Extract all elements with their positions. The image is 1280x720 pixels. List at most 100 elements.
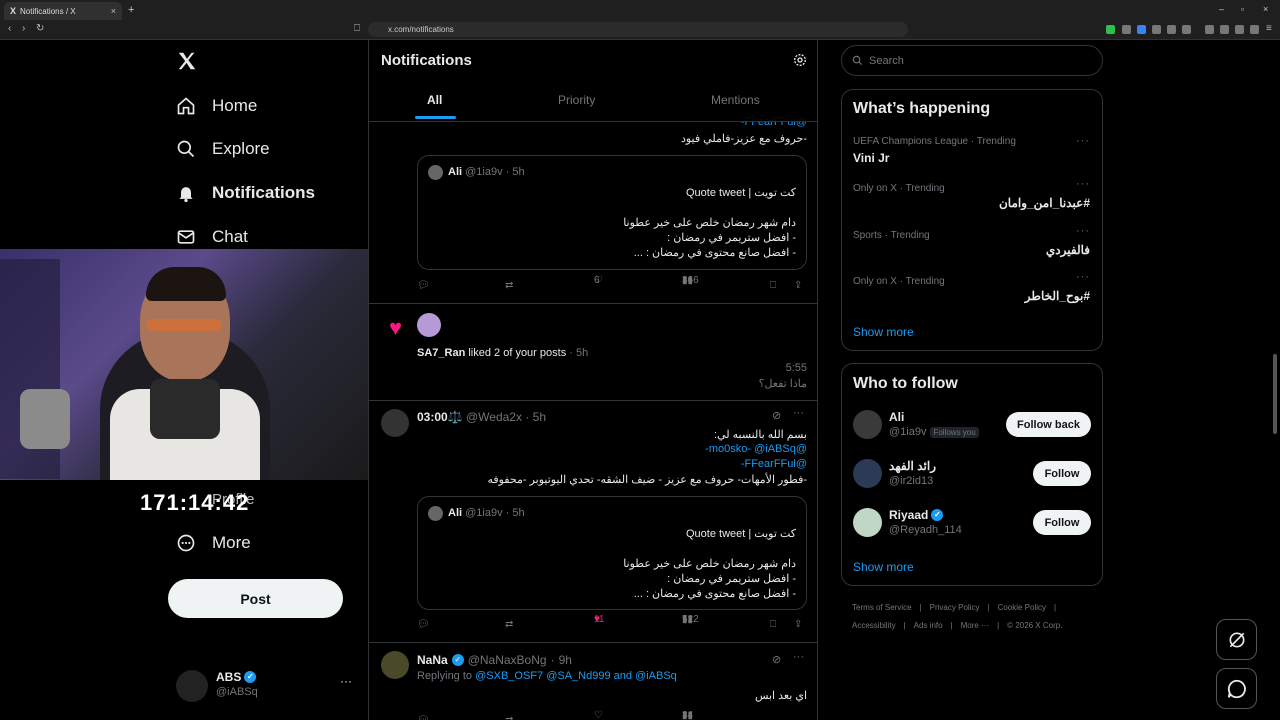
- back-icon[interactable]: ‹: [8, 23, 11, 34]
- follow-suggestion[interactable]: Riyaad ✓ @Reyadh_114 Follow: [842, 506, 1102, 542]
- more-options-icon[interactable]: ···: [1076, 271, 1090, 283]
- show-more-link[interactable]: Show more: [853, 325, 914, 339]
- new-tab-icon[interactable]: +: [128, 4, 134, 16]
- search-placeholder: Search: [869, 54, 904, 67]
- extension-icon[interactable]: [1106, 25, 1115, 34]
- more-options-icon[interactable]: ···: [340, 674, 352, 688]
- sidebar-icon[interactable]: [1205, 25, 1214, 34]
- footer-link[interactable]: Terms of Service: [852, 603, 912, 612]
- reply-icon[interactable]: 💬︎: [417, 280, 430, 291]
- avatar[interactable]: [417, 313, 441, 337]
- settings-gear-icon[interactable]: [792, 52, 808, 73]
- post-author-name[interactable]: 03:00⚖️: [417, 410, 463, 424]
- grok-button[interactable]: [1216, 619, 1257, 660]
- trend-meta: UEFA Champions League · Trending: [853, 136, 1016, 147]
- like-notification[interactable]: ♥ SA7_Ran liked 2 of your posts · 5h 5:5…: [369, 304, 817, 400]
- extension-icon[interactable]: [1167, 25, 1176, 34]
- notification-post[interactable]: 03:00⚖️ @Weda2x · 5h ⊘ ··· بسم الله بالن…: [369, 401, 817, 641]
- more-options-icon[interactable]: ···: [1076, 178, 1090, 190]
- address-bar[interactable]: x.com/notifications: [368, 22, 908, 37]
- extension-icon[interactable]: [1122, 25, 1131, 34]
- bookmark-icon[interactable]: ⎕: [770, 619, 776, 630]
- post-mentions[interactable]: @FFearFFul-: [741, 458, 807, 470]
- footer-link[interactable]: Ads info: [914, 621, 943, 630]
- sidebar-item-notifications[interactable]: Notifications: [176, 183, 315, 203]
- extension-icon[interactable]: [1152, 25, 1161, 34]
- quote-author-name: Ali: [448, 166, 463, 178]
- heart-icon: ♡: [594, 709, 603, 720]
- tab-priority[interactable]: Priority: [558, 93, 595, 107]
- maximize-icon[interactable]: ▫: [1241, 4, 1244, 14]
- quote-author-name: Ali: [448, 507, 463, 519]
- trend-item[interactable]: Sports · Trending فالفيردي ···: [842, 225, 1102, 267]
- share-icon[interactable]: ⇪: [794, 619, 802, 630]
- quoted-post[interactable]: Ali @1ia9v · 5h كت تويت | Quote tweet دا…: [417, 155, 807, 270]
- post-author-name[interactable]: NaNa: [417, 653, 448, 667]
- share-icon[interactable]: ⇪: [794, 280, 802, 291]
- trend-item[interactable]: Only on X · Trending #عبدنا_امن_وامان ··…: [842, 178, 1102, 220]
- sidebar-item-explore[interactable]: Explore: [176, 139, 270, 159]
- post-actions: 💬︎ ⇄ ♥ 11 ▮▮ 522 ⎕ ⇪: [417, 614, 807, 635]
- more-options-icon[interactable]: ···: [793, 651, 804, 663]
- more-options-icon[interactable]: ···: [1076, 135, 1090, 147]
- follow-button[interactable]: Follow: [1033, 510, 1091, 535]
- repost-icon[interactable]: ⇄: [505, 619, 513, 630]
- grok-icon[interactable]: ⊘: [772, 409, 781, 422]
- notification-post[interactable]: NaNa ✓ @NaNaxBoNg · 9h ⊘ ··· Replying to…: [369, 643, 817, 720]
- grok-icon[interactable]: ⊘: [772, 653, 781, 666]
- follow-suggestion[interactable]: Ali @1ia9v Follows you Follow back: [842, 408, 1102, 444]
- footer-link[interactable]: Accessibility: [852, 621, 896, 630]
- browser-tab[interactable]: X Notifications / X ×: [4, 2, 122, 20]
- follow-button[interactable]: Follow: [1033, 461, 1091, 486]
- shield-icon[interactable]: [1250, 25, 1259, 34]
- repost-icon[interactable]: ⇄: [505, 280, 513, 291]
- follow-back-button[interactable]: Follow back: [1006, 412, 1091, 437]
- notification-post[interactable]: @FFearFFul- -حروف مع عزيز-فاملي فيود Ali…: [369, 116, 817, 304]
- replying-to-users[interactable]: @SXB_OSF7 @SA_Nd999 and @iABSq: [475, 670, 677, 682]
- bookmark-icon[interactable]: ⎕: [770, 280, 776, 291]
- post-mentions[interactable]: @mo0sko- @iABSq-: [705, 443, 807, 455]
- sidebar-item-chat[interactable]: Chat: [176, 227, 248, 247]
- more-options-icon[interactable]: ···: [1076, 225, 1090, 237]
- reply-icon[interactable]: 💬︎: [417, 715, 430, 720]
- quoted-post[interactable]: Ali @1ia9v · 5h كت تويت | Quote tweet دا…: [417, 496, 807, 610]
- forward-icon[interactable]: ›: [22, 23, 25, 34]
- trend-item[interactable]: Only on X · Trending #بوح_الخاطر ···: [842, 271, 1102, 313]
- search-icon: [177, 140, 195, 158]
- liker-name[interactable]: SA7_Ran: [417, 347, 465, 359]
- post-button[interactable]: Post: [168, 579, 343, 618]
- whats-happening-panel: What’s happening UEFA Champions League ·…: [841, 89, 1103, 351]
- sidebar-item-home[interactable]: Home: [176, 96, 257, 116]
- sidebar-item-more[interactable]: More: [176, 533, 251, 553]
- search-input[interactable]: Search: [841, 45, 1103, 76]
- avatar[interactable]: [381, 409, 409, 437]
- extension-icon[interactable]: [1220, 25, 1229, 34]
- extension-icon[interactable]: [1235, 25, 1244, 34]
- avatar[interactable]: [381, 651, 409, 679]
- menu-icon[interactable]: ≡: [1266, 23, 1272, 34]
- bookmark-icon[interactable]: ⎕: [354, 23, 360, 34]
- x-logo-icon[interactable]: [176, 50, 198, 77]
- account-switcher[interactable]: ABS ✓ @iABSq ···: [176, 668, 356, 704]
- tab-mentions[interactable]: Mentions: [711, 93, 760, 107]
- messages-button[interactable]: [1216, 668, 1257, 709]
- tab-all[interactable]: All: [427, 93, 442, 107]
- scrollbar-thumb[interactable]: [1273, 354, 1277, 434]
- follow-suggestion[interactable]: رائد الفهد @ir2id13 Follow: [842, 457, 1102, 493]
- more-options-icon[interactable]: ···: [793, 407, 804, 419]
- show-more-link[interactable]: Show more: [853, 560, 914, 574]
- webcam-overlay: [0, 249, 368, 480]
- footer-link[interactable]: More ···: [961, 621, 989, 630]
- extension-icon[interactable]: [1137, 25, 1146, 34]
- footer-link[interactable]: Privacy Policy: [930, 603, 980, 612]
- extension-icon[interactable]: [1182, 25, 1191, 34]
- trend-item[interactable]: UEFA Champions League · Trending Vini Jr…: [842, 133, 1102, 173]
- close-window-icon[interactable]: ×: [1263, 4, 1268, 14]
- reload-icon[interactable]: ↻: [36, 23, 44, 34]
- footer-link[interactable]: Cookie Policy: [998, 603, 1046, 612]
- close-tab-icon[interactable]: ×: [111, 6, 116, 16]
- repost-icon[interactable]: ⇄: [505, 715, 513, 720]
- reply-icon[interactable]: 💬︎: [417, 619, 430, 630]
- minimize-icon[interactable]: –: [1219, 4, 1224, 14]
- like-time: 5h: [576, 347, 589, 359]
